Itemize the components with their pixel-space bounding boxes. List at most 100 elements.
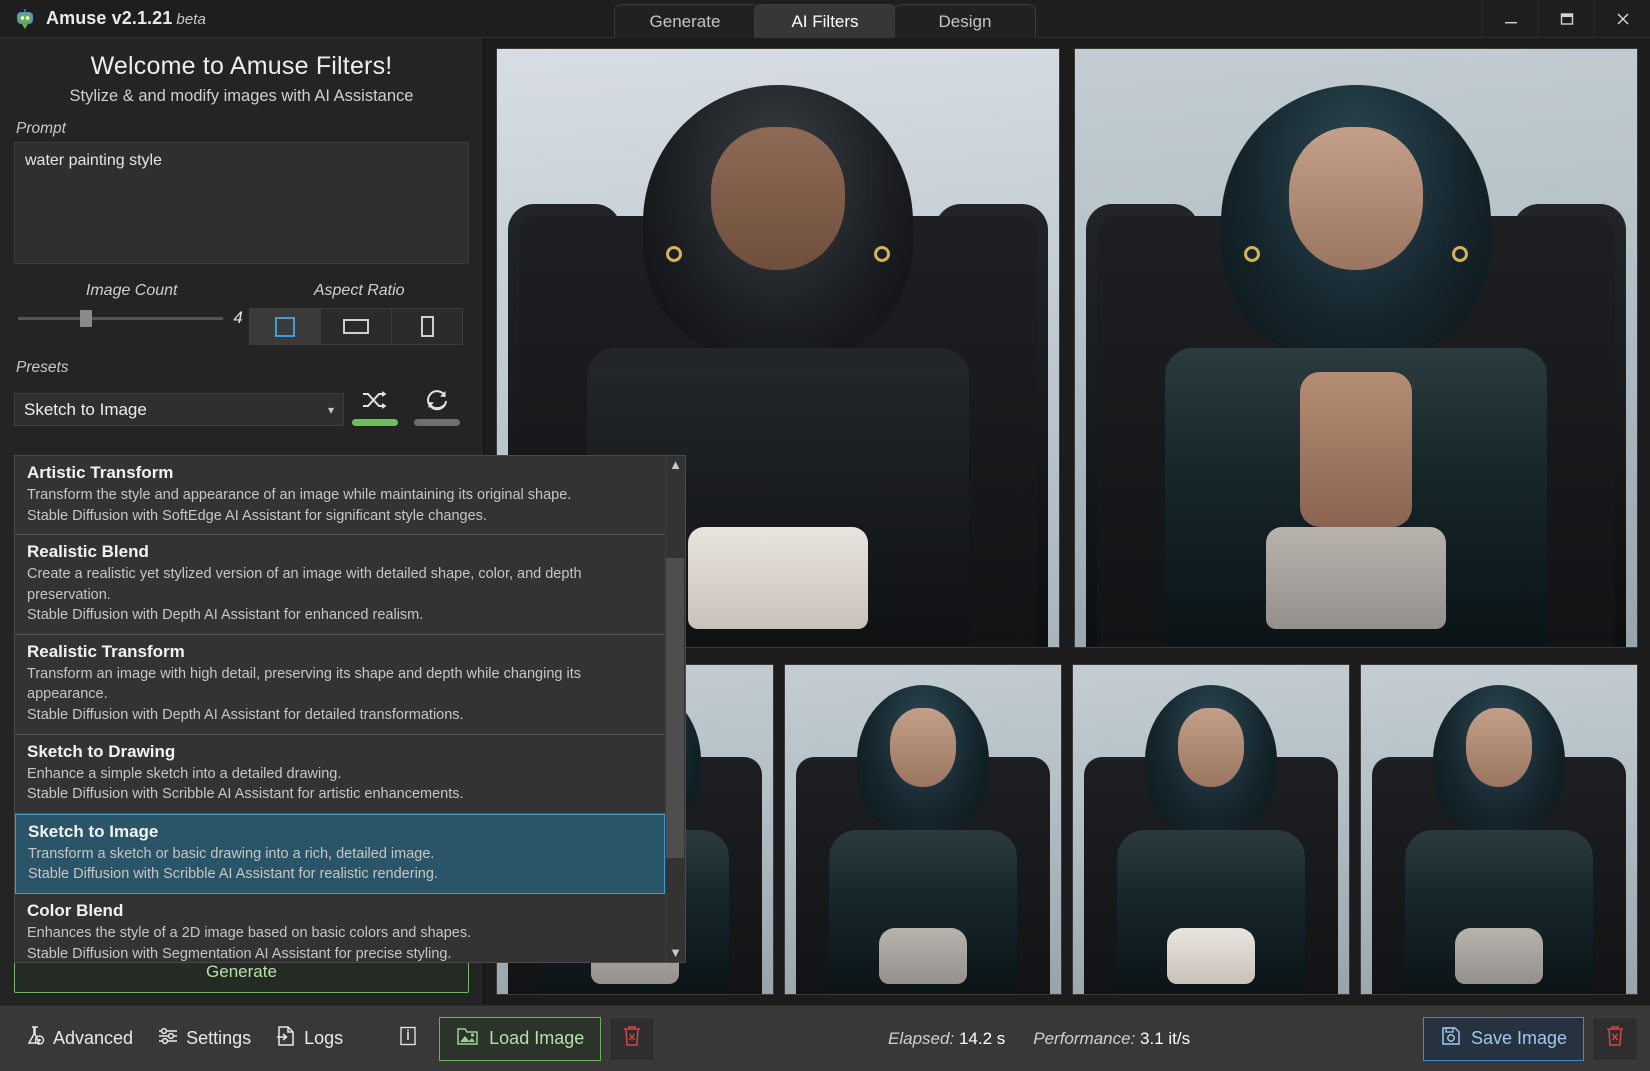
logs-button[interactable]: Logs — [263, 1019, 355, 1058]
logs-label: Logs — [304, 1028, 344, 1048]
preset-desc-line1: Create a realistic yet stylized version … — [27, 566, 582, 603]
advanced-label: Advanced — [53, 1028, 134, 1048]
dropdown-scrollbar-thumb[interactable] — [666, 558, 684, 858]
aspect-ratio-square-button[interactable] — [249, 308, 322, 345]
landscape-ratio-icon — [343, 319, 370, 334]
tab-design[interactable]: Design — [894, 4, 1036, 38]
dropdown-scrollbar[interactable]: ▲ ▼ — [665, 456, 685, 962]
preset-title: Sketch to Drawing — [27, 741, 176, 761]
shuffle-toggle[interactable] — [352, 419, 398, 426]
title-bar: Amuse v2.1.21 beta Generate AI Filters De… — [0, 0, 1650, 38]
preset-title: Artistic Transform — [27, 463, 174, 482]
preset-option-color-blend[interactable]: Color Blend Enhances the style of a 2D i… — [15, 894, 665, 962]
preset-option-sketch-to-drawing[interactable]: Sketch to Drawing Enhance a simple sketc… — [15, 735, 665, 814]
clear-output-button[interactable] — [1592, 1016, 1638, 1061]
save-image-button[interactable]: Save Image — [1422, 1016, 1584, 1061]
main-tabs: Generate AI Filters Design — [614, 4, 1036, 38]
app-title-text: Amuse v2.1.21 — [46, 8, 173, 28]
chevron-down-icon: ▾ — [327, 402, 334, 417]
preset-option-sketch-to-image[interactable]: Sketch to Image Transform a sketch or ba… — [15, 813, 665, 894]
app-title-beta: beta — [176, 11, 206, 28]
minimize-button[interactable] — [1482, 0, 1538, 38]
preset-desc-line1: Enhances the style of a 2D image based o… — [27, 924, 472, 941]
load-image-button[interactable]: Load Image — [439, 1016, 602, 1061]
refresh-button[interactable] — [406, 383, 468, 416]
sliders-icon — [157, 1025, 179, 1052]
preset-desc-line1: Transform the style and appearance of an… — [27, 487, 572, 503]
presets-label: Presets — [16, 359, 69, 376]
window-controls — [1482, 0, 1650, 38]
tab-generate[interactable]: Generate — [614, 4, 756, 38]
welcome-subtitle: Stylize & and modify images with AI Assi… — [69, 87, 414, 105]
aspect-ratio-group: Aspect Ratio — [249, 282, 469, 345]
presets-select[interactable]: Sketch to Image ▾ — [14, 393, 344, 426]
refresh-group — [406, 383, 468, 426]
tab-generate-label: Generate — [649, 11, 721, 31]
preset-desc-line2: Stable Diffusion with Depth AI Assistant… — [27, 607, 424, 624]
preset-desc-line2: Stable Diffusion with SoftEdge AI Assist… — [27, 507, 487, 524]
refresh-toggle[interactable] — [414, 419, 460, 426]
performance-status: Performance: 3.1 it/s — [1033, 1029, 1190, 1049]
performance-label: Performance: — [1033, 1028, 1136, 1048]
preset-title: Realistic Blend — [27, 542, 149, 562]
chevron-up-icon[interactable]: ▲ — [669, 456, 682, 474]
app-body: Welcome to Amuse Filters! Stylize & and … — [0, 38, 1650, 1005]
tab-design-label: Design — [938, 11, 992, 31]
elapsed-label: Elapsed: — [888, 1028, 955, 1048]
image-count-group: Image Count 4 — [14, 282, 249, 345]
presets-row: Sketch to Image ▾ — [14, 383, 469, 426]
shuffle-group — [344, 383, 406, 426]
bottom-toolbar: Advanced Settings Logs Load Image Elapse… — [0, 1005, 1650, 1071]
status-area: Elapsed: 14.2 s Performance: 3.1 it/s — [655, 1029, 1423, 1049]
advanced-button[interactable]: Advanced — [12, 1019, 145, 1058]
preset-desc-line2: Stable Diffusion with Scribble AI Assist… — [28, 866, 438, 883]
slider-thumb[interactable] — [79, 310, 92, 327]
maximize-button[interactable] — [1538, 0, 1594, 38]
aspect-ratio-portrait-button[interactable] — [391, 308, 464, 345]
tab-ai-filters[interactable]: AI Filters — [754, 4, 896, 38]
performance-value: 3.1 it/s — [1140, 1028, 1191, 1048]
preset-desc-line1: Transform an image with high detail, pre… — [27, 665, 581, 703]
presets-selected-value: Sketch to Image — [24, 399, 147, 419]
count-and-ratio-row: Image Count 4 Aspect Ratio — [14, 282, 469, 345]
app-title: Amuse v2.1.21 beta — [46, 8, 206, 29]
settings-label: Settings — [186, 1028, 252, 1048]
presets-dropdown-popup: Artistic Transform Transform the style a… — [14, 455, 686, 963]
thumbnail-3[interactable] — [1072, 664, 1350, 995]
image-count-slider[interactable] — [18, 309, 224, 327]
square-ratio-icon — [275, 316, 296, 337]
aspect-ratio-landscape-button[interactable] — [320, 308, 393, 345]
settings-button[interactable]: Settings — [145, 1019, 263, 1058]
preset-desc-line2: Stable Diffusion with Scribble AI Assist… — [27, 786, 464, 803]
preset-desc-line2: Stable Diffusion with Depth AI Assistant… — [27, 707, 464, 724]
chevron-down-icon[interactable]: ▼ — [669, 944, 682, 962]
prompt-input[interactable]: water painting style — [14, 142, 469, 264]
generate-button-label: Generate — [206, 962, 277, 981]
image-count-label: Image Count — [85, 282, 178, 299]
thumbnail-2[interactable] — [784, 664, 1062, 995]
save-disk-icon — [1440, 1025, 1462, 1052]
amuse-robot-logo-icon — [14, 8, 36, 30]
welcome-title: Welcome to Amuse Filters! — [90, 52, 393, 80]
preset-option-realistic-transform[interactable]: Realistic Transform Transform an image w… — [15, 635, 665, 735]
shuffle-button[interactable] — [344, 383, 406, 416]
preset-desc-line2: Stable Diffusion with Segmentation AI As… — [27, 945, 452, 962]
clear-input-button[interactable] — [609, 1016, 656, 1061]
aspect-ratio-buttons — [249, 308, 469, 345]
welcome-block: Welcome to Amuse Filters! Stylize & and … — [14, 38, 469, 106]
preset-title: Sketch to Image — [28, 821, 159, 841]
close-button[interactable] — [1594, 0, 1650, 38]
info-icon — [397, 1025, 419, 1052]
preset-option-artistic-transform[interactable]: Artistic Transform Transform the style a… — [15, 456, 665, 536]
image-folder-icon — [456, 1025, 480, 1052]
info-button[interactable] — [391, 1022, 425, 1056]
elapsed-value: 14.2 s — [958, 1028, 1006, 1048]
preset-title: Realistic Transform — [27, 641, 185, 661]
load-image-label: Load Image — [489, 1028, 585, 1048]
result-image-preview[interactable] — [1074, 48, 1638, 648]
thumbnail-4[interactable] — [1360, 664, 1638, 995]
preset-option-realistic-blend[interactable]: Realistic Blend Create a realistic yet s… — [15, 535, 665, 635]
preset-title: Color Blend — [27, 900, 124, 920]
portrait-ratio-icon — [420, 316, 434, 337]
save-image-label: Save Image — [1470, 1028, 1567, 1048]
